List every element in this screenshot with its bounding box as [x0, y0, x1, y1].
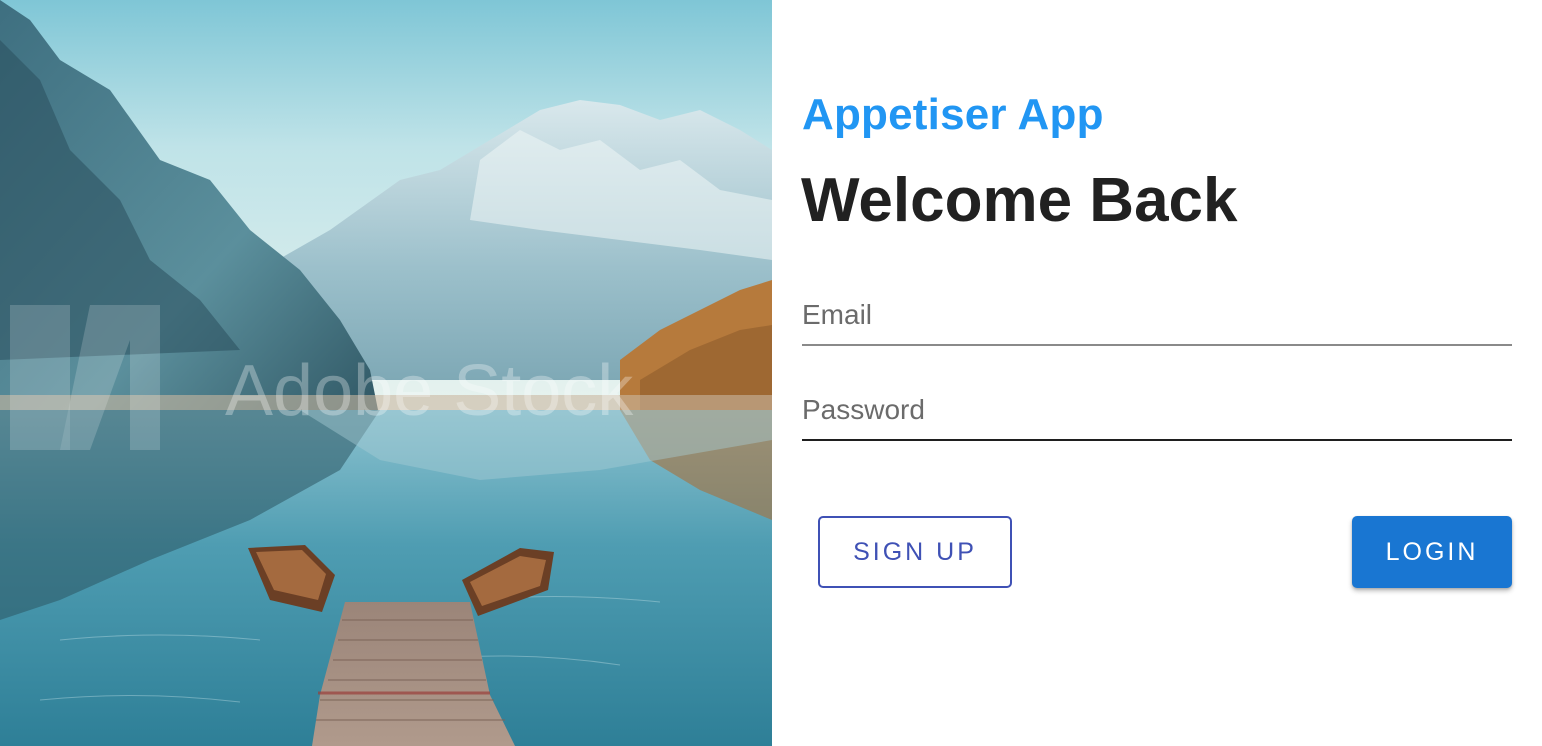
signup-button[interactable]: SIGN UP: [818, 516, 1012, 588]
login-panel: Appetiser App Welcome Back SIGN UP LOGIN: [772, 0, 1542, 746]
password-field[interactable]: [802, 381, 1512, 439]
hero-image: Adobe Stock: [0, 0, 772, 746]
page-title: Welcome Back: [801, 166, 1238, 235]
app-name: Appetiser App: [802, 90, 1104, 139]
email-field-container: [802, 286, 1512, 346]
password-underline: [802, 439, 1512, 441]
login-button[interactable]: LOGIN: [1352, 516, 1512, 588]
login-page: Adobe Stock Appetiser App Welcome Back S…: [0, 0, 1542, 746]
watermark-text: Adobe Stock: [225, 351, 634, 431]
email-field[interactable]: [802, 286, 1512, 344]
password-field-container: [802, 381, 1512, 441]
email-underline: [802, 344, 1512, 346]
